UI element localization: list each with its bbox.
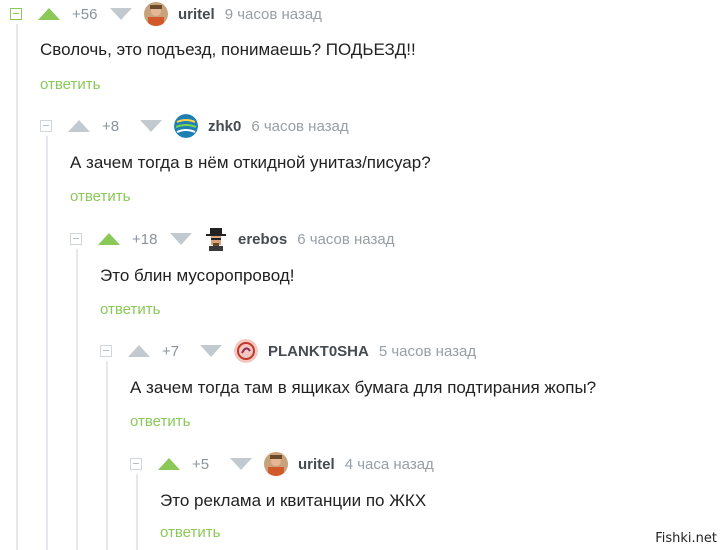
username[interactable]: erebos	[238, 231, 287, 248]
arrow-up-icon	[158, 458, 180, 470]
downvote-button[interactable]	[230, 458, 252, 470]
reply-link[interactable]: ответить	[70, 188, 130, 205]
avatar[interactable]	[204, 227, 228, 251]
timestamp: 5 часов назад	[378, 342, 477, 360]
username[interactable]: zhk0	[208, 118, 241, 135]
plankt0sha-avatar-icon	[234, 339, 258, 363]
arrow-down-icon	[200, 345, 222, 357]
reply-link[interactable]: ответить	[160, 524, 220, 541]
collapse-toggle[interactable]	[70, 233, 82, 245]
username[interactable]: uritel	[178, 6, 215, 23]
downvote-button[interactable]	[200, 345, 222, 357]
upvote-button[interactable]	[98, 233, 120, 245]
avatar[interactable]	[144, 2, 168, 26]
downvote-button[interactable]	[170, 233, 192, 245]
comment-header: +56 uritel 9 часов назад	[10, 0, 322, 28]
timestamp: 6 часов назад	[251, 117, 349, 135]
reply-link[interactable]: ответить	[40, 76, 100, 93]
rating: +5	[192, 455, 210, 473]
thread-line	[46, 136, 48, 550]
comment-header: +18 erebos 6 часов назад	[70, 225, 394, 253]
comment-header: +7 PLANKT0SHA 5 часов назад	[100, 337, 476, 365]
arrow-down-icon	[140, 120, 162, 132]
comment-header: +5 uritel 4 часа назад	[130, 450, 434, 478]
arrow-down-icon	[230, 458, 252, 470]
rating: +56	[72, 5, 98, 23]
uritel-avatar-icon	[144, 2, 168, 26]
upvote-button[interactable]	[38, 8, 60, 20]
rating: +8	[102, 117, 120, 135]
comment-text: Сволочь, это подъезд, понимаешь? ПОДЬЕЗД…	[40, 40, 416, 59]
arrow-up-icon	[128, 345, 150, 357]
comment-text: А зачем тогда там в ящиках бумага для по…	[130, 378, 597, 397]
arrow-up-icon	[38, 8, 60, 20]
arrow-down-icon	[170, 233, 192, 245]
globe-avatar-icon	[174, 114, 198, 138]
timestamp: 4 часа назад	[344, 455, 434, 473]
username[interactable]: uritel	[298, 456, 335, 473]
downvote-button[interactable]	[140, 120, 162, 132]
heisenberg-avatar-icon	[204, 227, 228, 251]
uritel-avatar-icon	[264, 452, 288, 476]
upvote-button[interactable]	[158, 458, 180, 470]
thread-line	[16, 24, 18, 550]
avatar[interactable]	[264, 452, 288, 476]
timestamp: 9 часов назад	[224, 5, 322, 23]
thread-line	[136, 474, 138, 550]
reply-link[interactable]: ответить	[130, 413, 190, 430]
thread-line	[76, 249, 78, 550]
downvote-button[interactable]	[110, 8, 132, 20]
comment-text: А зачем тогда в нём откидной унитаз/пису…	[70, 153, 431, 172]
arrow-down-icon	[110, 8, 132, 20]
collapse-toggle[interactable]	[40, 120, 52, 132]
collapse-toggle[interactable]	[10, 8, 22, 20]
comment-header: +8 zhk0 6 часов назад	[40, 112, 349, 140]
upvote-button[interactable]	[128, 345, 150, 357]
arrow-up-icon	[98, 233, 120, 245]
username[interactable]: PLANKT0SHA	[268, 343, 369, 360]
arrow-up-icon	[68, 120, 90, 132]
thread-line	[106, 361, 108, 550]
timestamp: 6 часов назад	[297, 230, 395, 248]
rating: +18	[132, 230, 158, 248]
comment-text: Это блин мусоропровод!	[100, 266, 295, 285]
collapse-toggle[interactable]	[130, 458, 142, 470]
reply-link[interactable]: ответить	[100, 301, 160, 318]
collapse-toggle[interactable]	[100, 345, 112, 357]
watermark: Fishki.net	[655, 531, 717, 546]
upvote-button[interactable]	[68, 120, 90, 132]
rating: +7	[162, 342, 180, 360]
comment-text: Это реклама и квитанции по ЖКХ	[160, 491, 427, 510]
avatar[interactable]	[174, 114, 198, 138]
avatar[interactable]	[234, 339, 258, 363]
